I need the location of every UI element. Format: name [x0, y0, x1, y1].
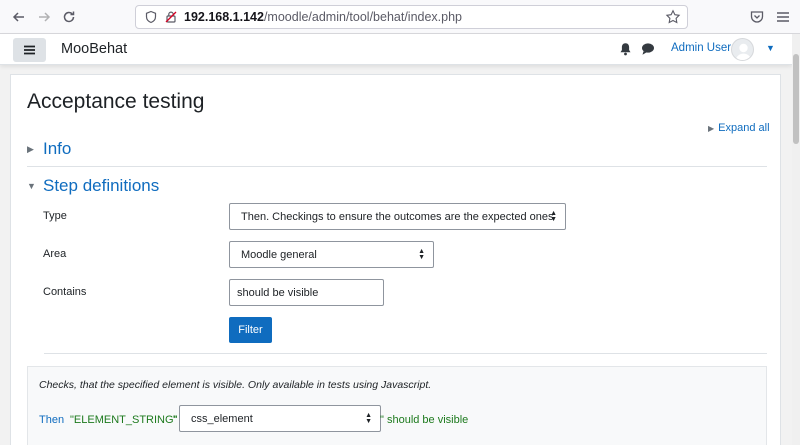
- user-avatar-icon: [735, 43, 752, 60]
- section-step-definitions-toggle[interactable]: ▼ Step definitions: [27, 176, 159, 196]
- star-icon[interactable]: [665, 9, 681, 25]
- area-select-value: Moodle general: [241, 248, 317, 261]
- area-label: Area: [43, 248, 67, 260]
- step-keyword: Then: [39, 414, 65, 426]
- chevron-right-icon: ▶: [708, 123, 715, 133]
- select-arrows-icon: ▲ ▼: [365, 411, 372, 425]
- shield-icon[interactable]: [144, 10, 158, 24]
- url-text[interactable]: 192.168.1.142/moodle/admin/tool/behat/in…: [184, 10, 462, 24]
- contains-label: Contains: [43, 286, 87, 298]
- expand-all-label: Expand all: [718, 122, 770, 134]
- selector-type-select[interactable]: css_element ▲ ▼: [179, 405, 381, 432]
- back-button[interactable]: [8, 6, 30, 28]
- select-arrows-icon: ▲ ▼: [418, 247, 425, 261]
- user-menu-name[interactable]: Admin User: [671, 42, 731, 54]
- step-result-box: Checks, that the specified element is vi…: [27, 366, 767, 445]
- step-param: "ELEMENT_STRING": [70, 414, 178, 426]
- pocket-icon[interactable]: [749, 9, 765, 25]
- bell-icon[interactable]: [619, 42, 632, 56]
- browser-toolbar: 192.168.1.142/moodle/admin/tool/behat/in…: [0, 0, 800, 34]
- expand-all-link[interactable]: ▶ Expand all: [708, 122, 770, 134]
- url-path: /moodle/admin/tool/behat/index.php: [263, 10, 463, 24]
- step-description: Checks, that the specified element is vi…: [39, 379, 432, 391]
- page-title: Acceptance testing: [27, 90, 205, 113]
- chat-icon[interactable]: [641, 42, 655, 56]
- type-select-value: Then. Checkings to ensure the outcomes a…: [241, 210, 554, 223]
- lock-icon[interactable]: [164, 10, 178, 24]
- site-name[interactable]: MooBehat: [61, 41, 127, 57]
- filter-button[interactable]: Filter: [229, 317, 272, 343]
- page-scrollbar[interactable]: [792, 34, 800, 445]
- step-tail: " should be visible: [380, 414, 469, 426]
- chevron-down-icon[interactable]: ▼: [766, 43, 775, 53]
- url-host: 192.168.1.142: [184, 10, 264, 24]
- hamburger-icon: [24, 45, 35, 55]
- arrow-right-icon: [39, 12, 51, 22]
- type-label: Type: [43, 210, 67, 222]
- section-info-toggle[interactable]: ▶ Info: [27, 139, 71, 159]
- divider: [27, 166, 767, 167]
- url-bar[interactable]: 192.168.1.142/moodle/admin/tool/behat/in…: [135, 5, 688, 29]
- reload-icon: [63, 11, 75, 23]
- main-content-card: Acceptance testing ▶ Expand all ▶ Info ▼…: [10, 74, 781, 445]
- selector-type-value: css_element: [191, 412, 253, 425]
- section-step-definitions-label: Step definitions: [43, 176, 160, 195]
- chevron-right-icon: ▶: [27, 143, 34, 154]
- select-arrows-icon: ▲ ▼: [550, 209, 557, 223]
- hamburger-icon[interactable]: [775, 9, 791, 25]
- site-navbar: MooBehat Admin User ▼: [0, 34, 792, 65]
- section-info-label: Info: [43, 139, 72, 158]
- avatar[interactable]: [731, 38, 754, 61]
- area-select[interactable]: Moodle general ▲ ▼: [229, 241, 434, 268]
- step-quote: ": [173, 414, 177, 426]
- type-select[interactable]: Then. Checkings to ensure the outcomes a…: [229, 203, 566, 230]
- contains-input[interactable]: should be visible: [229, 279, 384, 306]
- divider: [44, 353, 767, 354]
- chevron-down-icon: ▼: [27, 181, 36, 191]
- scrollbar-thumb[interactable]: [793, 54, 799, 144]
- drawer-toggle-button[interactable]: [13, 38, 46, 62]
- arrow-left-icon: [12, 12, 24, 22]
- forward-button[interactable]: [33, 6, 55, 28]
- reload-button[interactable]: [58, 6, 80, 28]
